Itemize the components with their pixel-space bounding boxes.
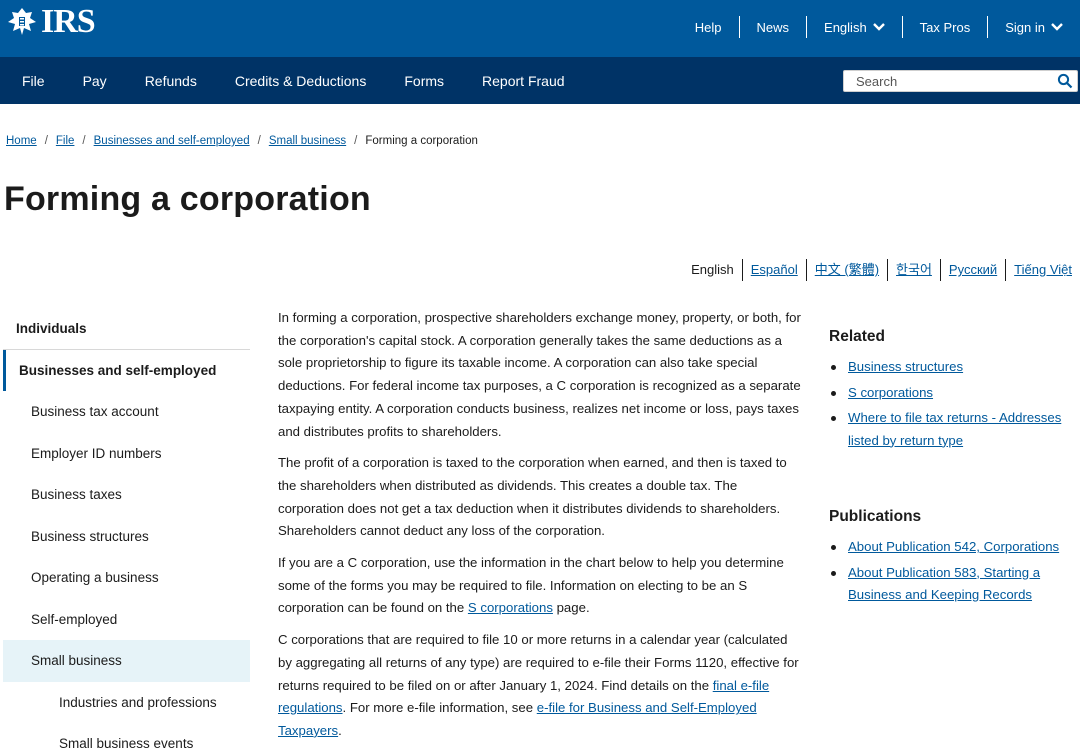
breadcrumb-separator: / <box>82 135 86 147</box>
list-item: About Publication 542, Corporations <box>829 536 1079 559</box>
sidebar-item-small-business[interactable]: Small business <box>3 640 250 682</box>
sidebar-item-industries[interactable]: Industries and professions <box>3 682 250 724</box>
lang-korean[interactable]: 한국어 <box>896 262 932 277</box>
list-item: S corporations <box>829 382 1079 405</box>
related-heading: Related <box>829 328 885 345</box>
sidebar-item-self-employed[interactable]: Self-employed <box>3 599 250 641</box>
page-title: Forming a corporation <box>4 180 371 218</box>
paragraph-text: page. <box>552 600 590 616</box>
sign-in-label: Sign in <box>1005 19 1045 35</box>
list-item: Where to file tax returns - Addresses li… <box>829 407 1079 452</box>
paragraph-text: . <box>338 722 342 738</box>
lang-vietnamese[interactable]: Tiếng Việt <box>1014 262 1072 277</box>
paragraph: In forming a corporation, prospective sh… <box>278 310 801 439</box>
tax-pros-label: Tax Pros <box>919 19 971 35</box>
publications-section: Publications About Publication 542, Corp… <box>829 508 1079 610</box>
utility-nav: Help News English Tax Pros Sign in <box>678 14 1080 40</box>
breadcrumb-current: Forming a corporation <box>365 135 478 147</box>
sidebar-nav: Individuals Businesses and self-employed… <box>3 308 250 750</box>
related-link-where-to-file[interactable]: Where to file tax returns - Addresses li… <box>848 410 1061 448</box>
logo-wordmark: IRS <box>41 3 96 40</box>
nav-report-fraud[interactable]: Report Fraud <box>463 73 583 89</box>
paragraph: If you are a C corporation, use the info… <box>278 552 804 620</box>
chevron-down-icon <box>1051 23 1063 31</box>
sidebar-item-business-taxes[interactable]: Business taxes <box>3 474 250 516</box>
sidebar-item-business-tax-account[interactable]: Business tax account <box>3 391 250 433</box>
breadcrumb-separator: / <box>44 135 48 147</box>
nav-pay[interactable]: Pay <box>64 73 126 89</box>
help-label: Help <box>694 19 722 35</box>
nav-file[interactable]: File <box>3 73 64 89</box>
sidebar-item-operating-business[interactable]: Operating a business <box>3 557 250 599</box>
search-box <box>843 70 1078 92</box>
pub-link-542[interactable]: About Publication 542, Corporations <box>848 539 1059 554</box>
breadcrumb-businesses[interactable]: Businesses and self-employed <box>94 135 250 147</box>
news-link[interactable]: News <box>738 16 807 38</box>
breadcrumb-separator: / <box>257 135 261 147</box>
breadcrumb-small-business[interactable]: Small business <box>269 135 346 147</box>
nav-refunds[interactable]: Refunds <box>126 73 216 89</box>
publications-heading: Publications <box>829 508 922 525</box>
related-link-s-corporations[interactable]: S corporations <box>848 385 933 400</box>
paragraph: The profit of a corporation is taxed to … <box>278 455 787 539</box>
paragraph-text: . For more e-file information, see <box>342 700 537 716</box>
sign-in-dropdown[interactable]: Sign in <box>987 16 1080 38</box>
sidebar-item-employer-id[interactable]: Employer ID numbers <box>3 433 250 475</box>
tax-pros-link[interactable]: Tax Pros <box>901 16 988 38</box>
breadcrumb-separator: / <box>354 135 358 147</box>
related-link-business-structures[interactable]: Business structures <box>848 359 963 374</box>
lang-current: English <box>691 262 734 277</box>
lang-chinese[interactable]: 中文 (繁體) <box>815 262 879 277</box>
lang-spanish[interactable]: Español <box>751 262 798 277</box>
language-label: English <box>824 19 867 35</box>
sidebar-item-business-structures[interactable]: Business structures <box>3 516 250 558</box>
nav-credits-deductions[interactable]: Credits & Deductions <box>216 73 386 89</box>
site-header: IRS Help News English Tax Pros Sign in <box>0 0 1080 57</box>
breadcrumb-home[interactable]: Home <box>6 135 37 147</box>
list-item: Business structures <box>829 356 1079 379</box>
search-icon[interactable] <box>1057 73 1073 89</box>
breadcrumb-file[interactable]: File <box>56 135 75 147</box>
search-input[interactable] <box>844 71 1049 91</box>
breadcrumb: Home / File / Businesses and self-employ… <box>6 135 478 147</box>
lang-russian[interactable]: Русский <box>949 262 997 277</box>
help-link[interactable]: Help <box>678 16 739 38</box>
sidebar-item-businesses[interactable]: Businesses and self-employed <box>3 349 250 391</box>
list-item: About Publication 583, Starting a Busine… <box>829 562 1079 607</box>
eagle-icon <box>8 8 36 35</box>
main-content: In forming a corporation, prospective sh… <box>278 307 804 750</box>
language-selector: English Español 中文 (繁體) 한국어 Русский Tiến… <box>683 259 1072 281</box>
language-dropdown[interactable]: English <box>806 16 902 38</box>
sidebar-item-individuals[interactable]: Individuals <box>3 308 250 350</box>
sidebar-item-small-business-events[interactable]: Small business events <box>3 723 250 750</box>
irs-logo[interactable]: IRS <box>4 3 96 41</box>
chevron-down-icon <box>872 23 885 31</box>
related-section: Related Business structures S corporatio… <box>829 328 1079 455</box>
news-label: News <box>756 19 790 35</box>
paragraph: C corporations that are required to file… <box>278 629 804 743</box>
s-corporations-link[interactable]: S corporations <box>468 600 553 615</box>
pub-link-583[interactable]: About Publication 583, Starting a Busine… <box>848 565 1040 603</box>
nav-forms[interactable]: Forms <box>385 73 463 89</box>
